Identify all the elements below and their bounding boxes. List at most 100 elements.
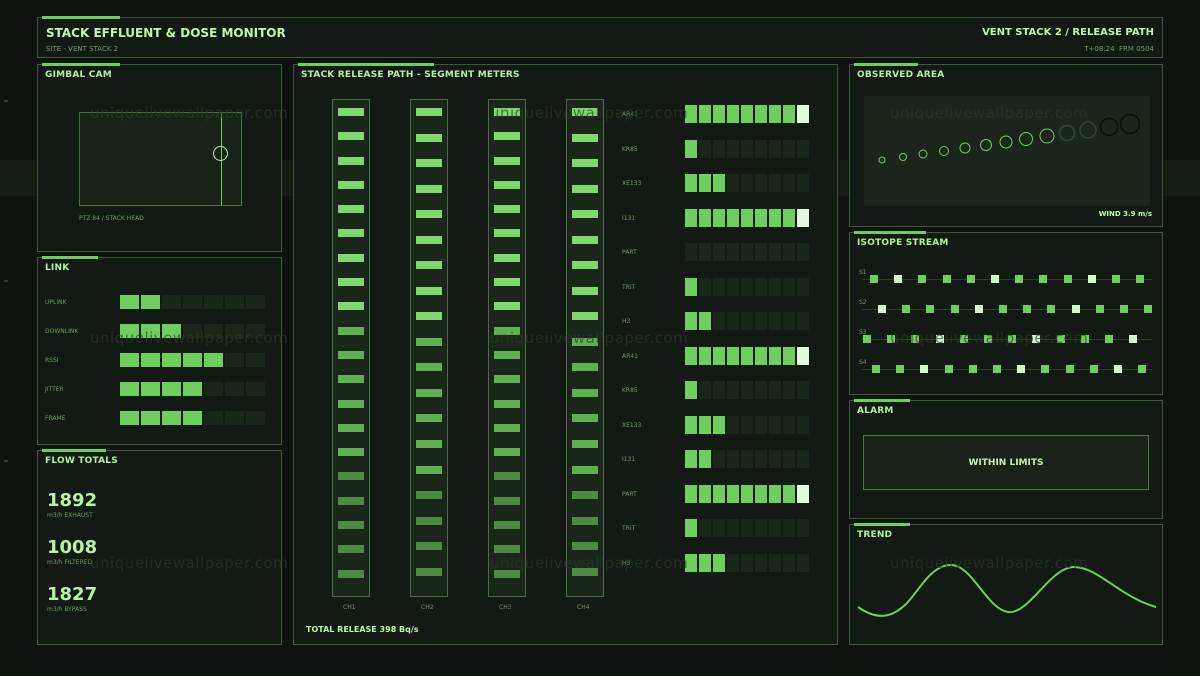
channel-segment bbox=[416, 388, 442, 397]
link-meter bbox=[120, 382, 265, 396]
stream-packet bbox=[993, 365, 1001, 373]
channel-segment bbox=[338, 132, 364, 141]
meter-segment bbox=[685, 346, 697, 365]
channel-segment bbox=[494, 569, 520, 578]
stream-packet bbox=[1080, 335, 1089, 343]
meter-segment bbox=[713, 346, 725, 365]
flow-item: 1008 m3/h FILTERED bbox=[47, 537, 97, 566]
meter-segment bbox=[755, 139, 767, 158]
channel-segment bbox=[416, 261, 442, 270]
stream-packet bbox=[926, 305, 935, 313]
isotope-label: XE133 bbox=[622, 421, 642, 429]
meter-segment bbox=[741, 484, 753, 503]
link-label: JITTER bbox=[45, 386, 64, 393]
channel-segment bbox=[494, 156, 520, 165]
stream-packet bbox=[1041, 365, 1050, 373]
meter-segment bbox=[755, 519, 767, 537]
meter-segment bbox=[204, 411, 223, 425]
meter-segment bbox=[727, 484, 739, 503]
stream-packet bbox=[1063, 275, 1072, 283]
channel-segment bbox=[494, 520, 520, 529]
isotope-label: KR85 bbox=[622, 387, 638, 394]
flow-value: 1892 bbox=[47, 490, 98, 511]
meter-segment bbox=[769, 105, 781, 123]
meter-segment bbox=[162, 382, 181, 396]
channel-segment bbox=[338, 326, 364, 335]
alarm-status: WITHIN LIMITS bbox=[968, 457, 1044, 468]
channel-segment bbox=[416, 235, 442, 244]
meter-segment bbox=[120, 324, 139, 338]
channel-segment bbox=[494, 350, 520, 359]
channel-segment bbox=[416, 286, 442, 295]
link-meter bbox=[120, 411, 265, 425]
meter-segment bbox=[225, 324, 244, 338]
isotope-label: H3 bbox=[622, 318, 631, 325]
link-label: DOWNLINK bbox=[45, 328, 79, 335]
plume-marker bbox=[918, 149, 928, 159]
stream-packet bbox=[1087, 275, 1096, 283]
meter-segment bbox=[755, 312, 767, 330]
channel-segment bbox=[494, 108, 520, 116]
isotope-meter bbox=[685, 312, 809, 330]
meter-segment bbox=[699, 415, 711, 434]
channel-segment bbox=[572, 491, 598, 500]
plume-marker bbox=[1079, 121, 1097, 139]
channel-segment bbox=[572, 388, 598, 397]
channel-segment bbox=[416, 312, 442, 321]
channel-segment bbox=[572, 440, 598, 448]
meter-segment bbox=[783, 277, 795, 296]
meter-segment bbox=[141, 382, 160, 396]
meter-segment bbox=[183, 324, 202, 338]
stream-packet bbox=[944, 365, 953, 373]
channel-segment bbox=[338, 302, 364, 311]
meter-segment bbox=[699, 174, 711, 192]
stream-packet bbox=[1136, 275, 1145, 283]
meter-segment bbox=[120, 382, 139, 396]
channel-segment bbox=[572, 337, 598, 346]
meter-segment bbox=[713, 519, 725, 537]
channel-segment bbox=[338, 448, 364, 457]
meter-segment bbox=[783, 346, 795, 365]
channel-segment bbox=[494, 205, 520, 214]
target-reticle-icon[interactable] bbox=[213, 146, 228, 161]
channel-segment bbox=[494, 496, 520, 505]
channel-segment bbox=[494, 423, 520, 432]
meter-segment bbox=[162, 324, 181, 338]
observed-area-map[interactable] bbox=[864, 96, 1150, 206]
channel-segment bbox=[572, 414, 598, 423]
meter-segment bbox=[713, 139, 725, 158]
meter-segment bbox=[769, 277, 781, 296]
isotope-label: PART bbox=[622, 249, 637, 256]
meter-segment bbox=[204, 324, 223, 338]
plume-marker bbox=[980, 139, 992, 151]
page-title: STACK EFFLUENT & DOSE MONITOR bbox=[46, 26, 286, 40]
stream-packet bbox=[1095, 305, 1104, 313]
stream-packet bbox=[1023, 305, 1032, 313]
isotope-label: H3 bbox=[622, 559, 631, 567]
meter-segment bbox=[769, 208, 781, 227]
channel-segment bbox=[338, 375, 364, 384]
meter-segment bbox=[727, 139, 739, 158]
meter-segment bbox=[769, 174, 781, 192]
meter-segment bbox=[699, 553, 711, 572]
camera-viewport[interactable] bbox=[79, 112, 242, 206]
meter-segment bbox=[685, 312, 697, 330]
meter-segment bbox=[727, 519, 739, 537]
meter-segment bbox=[741, 243, 753, 261]
stream-packet bbox=[1008, 335, 1017, 343]
meter-segment bbox=[246, 353, 265, 367]
meter-segment bbox=[783, 415, 795, 434]
meter-segment bbox=[769, 484, 781, 503]
isotope-meter bbox=[685, 277, 809, 296]
meter-segment bbox=[727, 312, 739, 330]
meter-segment bbox=[685, 553, 697, 572]
stream-packet bbox=[1105, 335, 1113, 343]
isotope-meter bbox=[685, 484, 809, 503]
channel-segment bbox=[338, 253, 364, 262]
meter-segment bbox=[741, 139, 753, 158]
meter-segment bbox=[797, 105, 809, 123]
meter-segment bbox=[685, 381, 697, 399]
meter-segment bbox=[727, 553, 739, 572]
channel-segment bbox=[572, 159, 598, 168]
gimbal-cam-title: GIMBAL CAM bbox=[45, 70, 112, 80]
